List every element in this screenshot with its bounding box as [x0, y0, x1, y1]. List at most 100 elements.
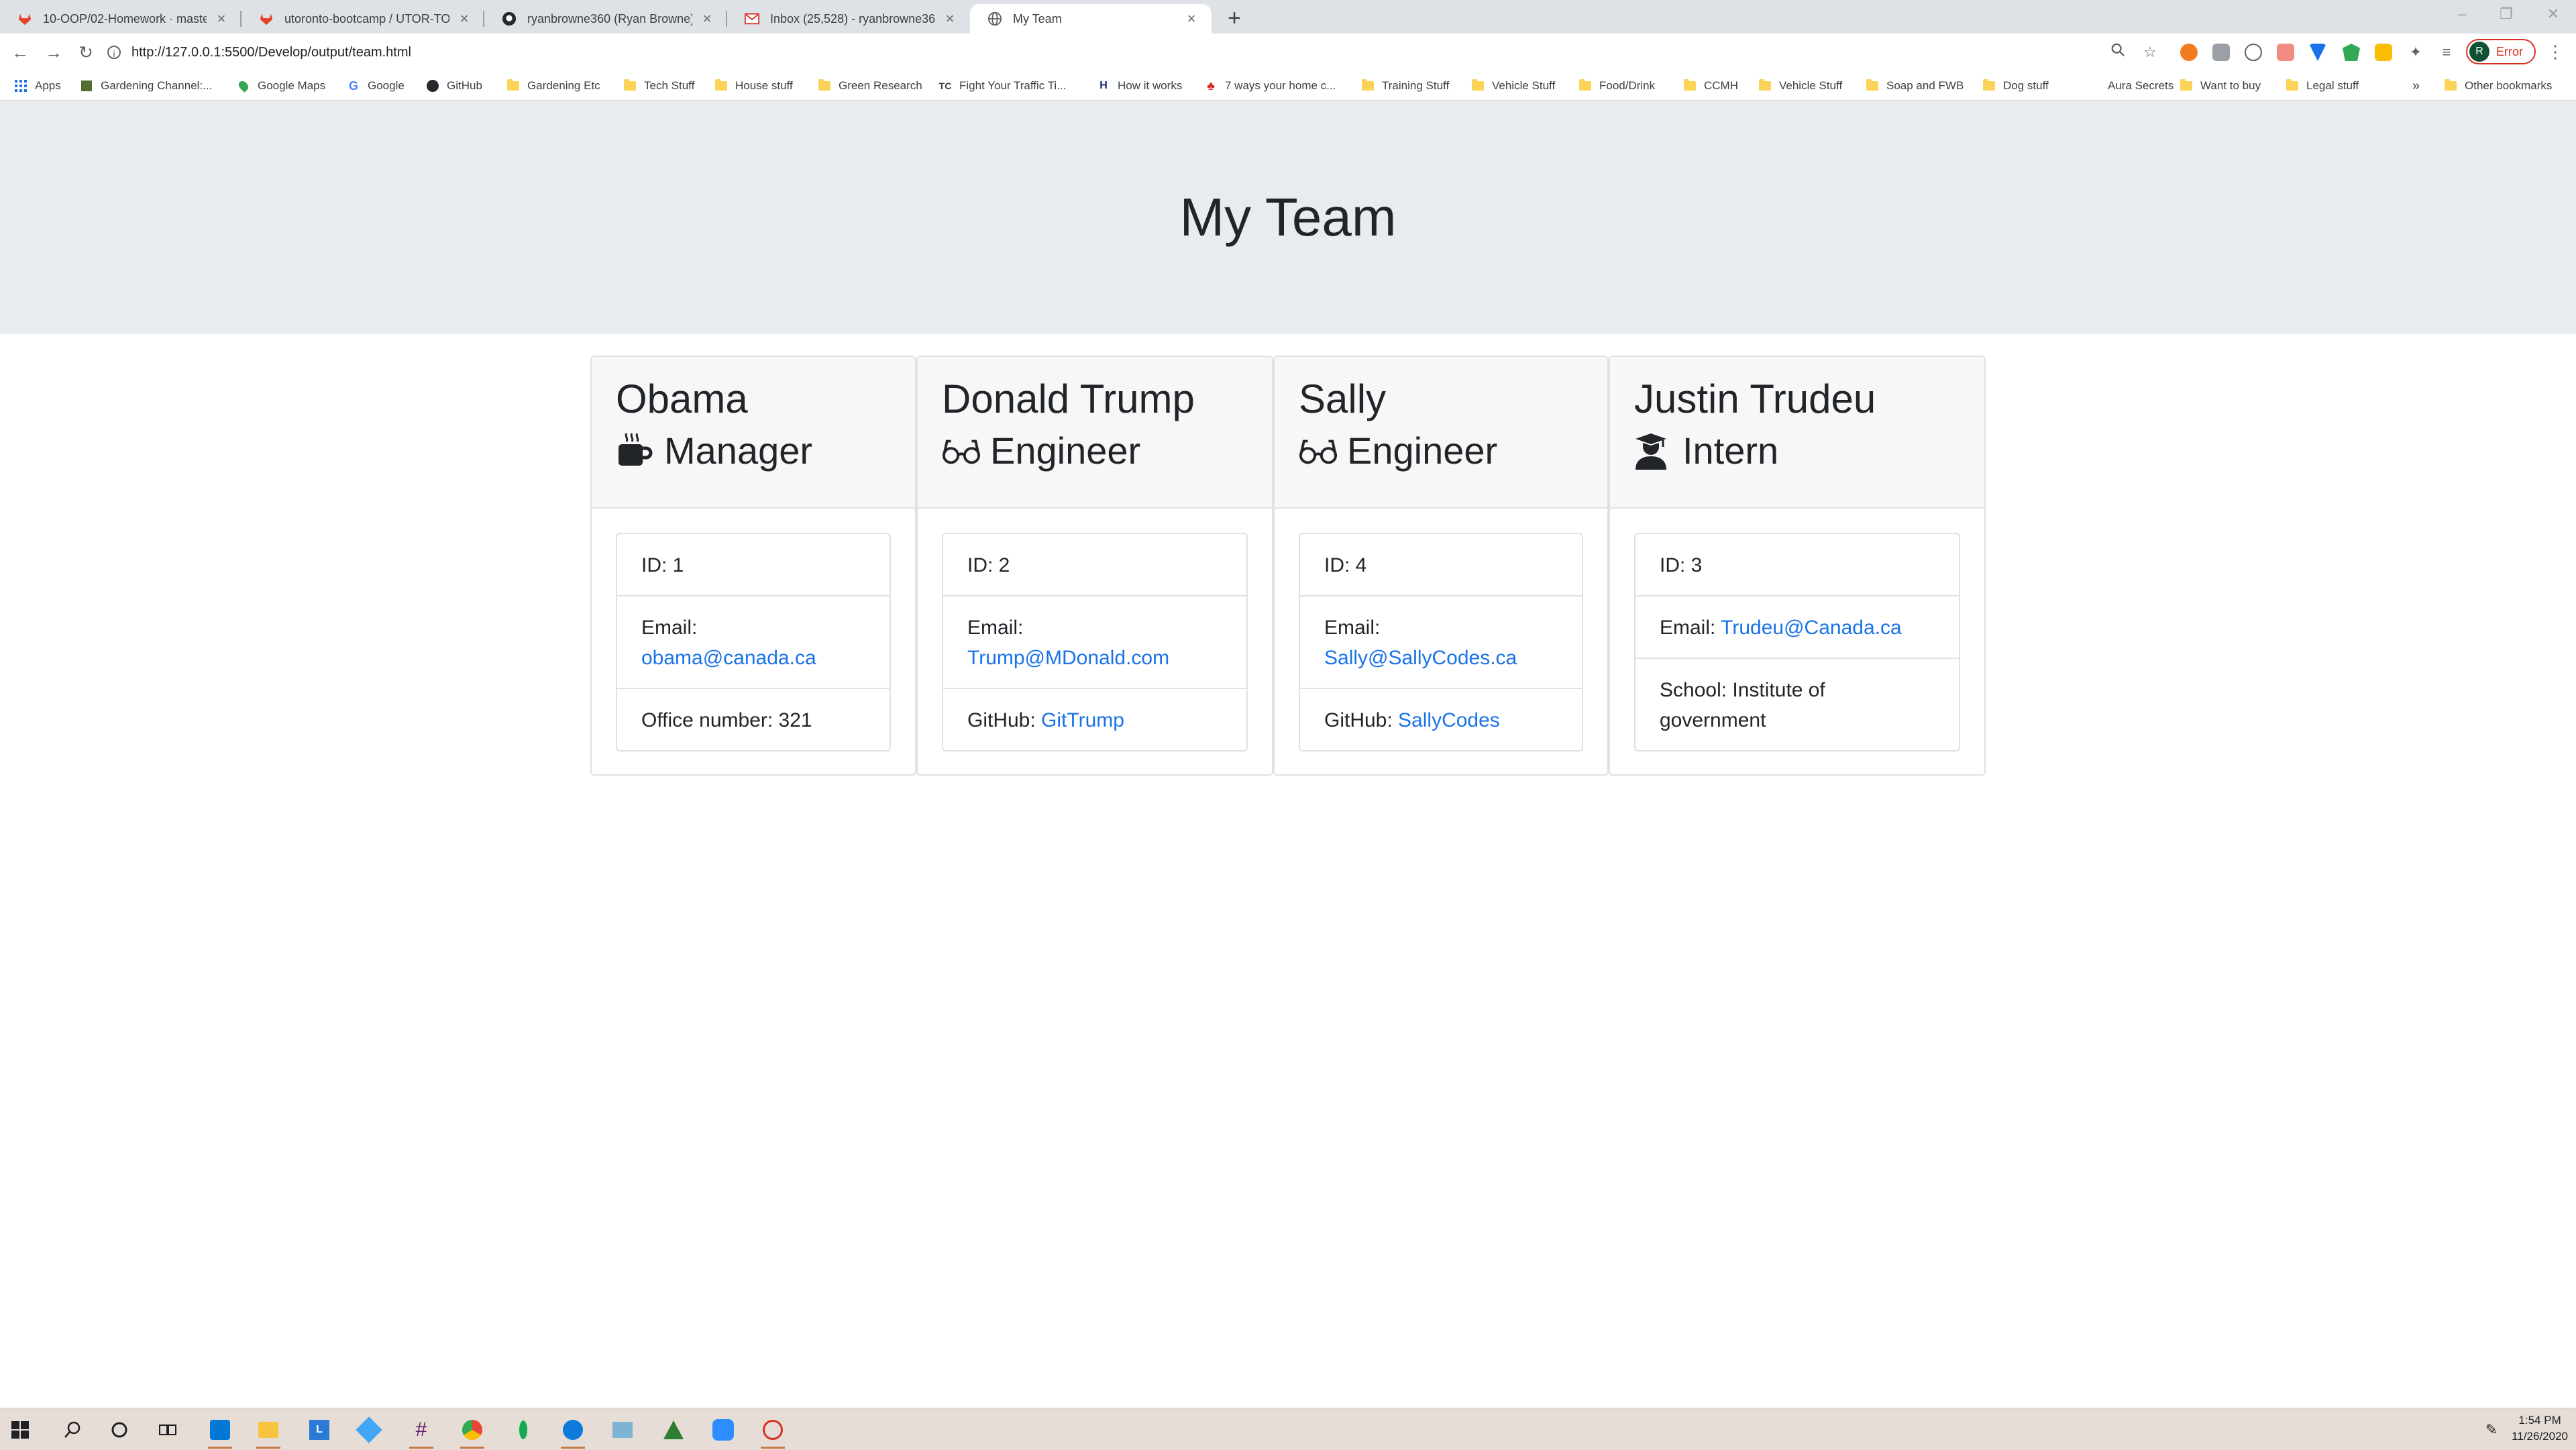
- new-tab-button[interactable]: +: [1221, 5, 1248, 32]
- app-icon[interactable]: [609, 1416, 636, 1443]
- github-link[interactable]: GitTrump: [1041, 709, 1124, 731]
- mongodb-icon[interactable]: [510, 1416, 537, 1443]
- browser-tab[interactable]: 10-OOP/02-Homework · master · ×: [0, 4, 241, 34]
- browser-tab[interactable]: ryanbrowne360 (Ryan Browne) ×: [484, 4, 727, 34]
- browser-tab[interactable]: utoronto-bootcamp / UTOR-TOR ×: [241, 4, 484, 34]
- app-icon[interactable]: [356, 1416, 382, 1443]
- browser-tab[interactable]: Inbox (25,528) - ryanbrowne360@ ×: [727, 4, 970, 34]
- puzzle-icon[interactable]: ✦: [2406, 42, 2426, 62]
- extension-icon[interactable]: [2180, 44, 2198, 61]
- folder-icon: [507, 79, 519, 92]
- folder-icon: [624, 79, 636, 92]
- employee-name: Justin Trudeu: [1634, 376, 1876, 421]
- bookmark-folder[interactable]: Gardening Etc: [507, 76, 600, 95]
- tab-strip: 10-OOP/02-Homework · master · × utoronto…: [0, 0, 2576, 34]
- back-icon[interactable]: ←: [8, 40, 32, 64]
- folder-icon: [1472, 79, 1484, 92]
- bookmark-item[interactable]: H How it works: [1097, 76, 1182, 95]
- minimize-icon[interactable]: –: [2449, 5, 2475, 23]
- app-icon[interactable]: [660, 1416, 687, 1443]
- bookmark-item[interactable]: Google Maps: [237, 76, 325, 95]
- other-bookmarks-folder[interactable]: Other bookmarks: [2445, 76, 2552, 95]
- window-close-icon[interactable]: ✕: [2540, 5, 2567, 23]
- employee-name: Obama: [616, 376, 748, 421]
- folder-icon: [2286, 79, 2298, 92]
- reading-list-icon[interactable]: ≡: [2436, 42, 2457, 62]
- email-link[interactable]: Trudeu@Canada.ca: [1721, 617, 1902, 639]
- shield-icon[interactable]: [2343, 44, 2360, 61]
- close-icon[interactable]: ×: [699, 10, 715, 28]
- email-link[interactable]: Trump@MDonald.com: [967, 647, 1169, 669]
- bookmark-item[interactable]: Aura Secrets: [2088, 76, 2174, 95]
- employee-role: Intern: [1634, 424, 1960, 478]
- bookmark-folder[interactable]: Want to buy: [2180, 76, 2261, 95]
- edge-icon[interactable]: [559, 1416, 586, 1449]
- file-explorer-icon[interactable]: [255, 1416, 282, 1449]
- bookmark-item[interactable]: G Google: [347, 76, 405, 95]
- vscode-icon[interactable]: [207, 1416, 233, 1449]
- employee-card: Sally Engineer ID: 4 Email: Sally@SallyC…: [1273, 356, 1609, 776]
- site-icon: H: [1099, 80, 1108, 91]
- task-view-icon[interactable]: [154, 1416, 181, 1443]
- bookmark-folder[interactable]: Green Research: [818, 76, 922, 95]
- app-icon[interactable]: [759, 1416, 786, 1449]
- extension-icon[interactable]: [2245, 44, 2262, 61]
- extension-icon[interactable]: [2212, 44, 2230, 61]
- address-bar[interactable]: i http://127.0.0.1:5500/Develop/output/t…: [107, 38, 2120, 66]
- bookmark-folder[interactable]: House stuff: [715, 76, 793, 95]
- email-link[interactable]: Sally@SallyCodes.ca: [1324, 647, 1517, 669]
- bookmark-folder[interactable]: Legal stuff: [2286, 76, 2359, 95]
- bookmark-folder[interactable]: Vehicle Stuff: [1472, 76, 1555, 95]
- menu-icon[interactable]: ⋮: [2546, 42, 2564, 62]
- restore-icon[interactable]: ❐: [2493, 5, 2520, 23]
- bookmark-item[interactable]: TC Fight Your Traffic Ti...: [939, 76, 1067, 95]
- zoom-icon[interactable]: [2108, 42, 2128, 62]
- app-icon[interactable]: L: [306, 1416, 333, 1443]
- zoom-app-icon[interactable]: [710, 1416, 737, 1443]
- bookmark-folder[interactable]: Training Stuff: [1362, 76, 1449, 95]
- folder-icon: [1759, 79, 1771, 92]
- system-clock[interactable]: 1:54 PM 11/26/2020: [2512, 1412, 2568, 1445]
- bookmark-item[interactable]: Gardening Channel:...: [80, 76, 212, 95]
- site-icon: [80, 80, 93, 92]
- email-link[interactable]: obama@canada.ca: [641, 647, 816, 669]
- glasses-icon: [942, 431, 981, 470]
- slack-icon[interactable]: #: [408, 1416, 435, 1449]
- close-icon[interactable]: ×: [942, 10, 958, 28]
- folder-icon: [1684, 79, 1696, 92]
- cortana-icon[interactable]: [106, 1416, 133, 1443]
- close-icon[interactable]: ×: [1183, 10, 1199, 28]
- info-icon[interactable]: i: [107, 46, 121, 59]
- pen-icon[interactable]: ✎: [2478, 1416, 2505, 1443]
- globe-icon: [987, 11, 1002, 26]
- extension-icon[interactable]: [2375, 44, 2392, 61]
- employee-id: ID: 2: [967, 554, 1010, 576]
- close-icon[interactable]: ×: [456, 10, 472, 28]
- bookmark-folder[interactable]: Vehicle Stuff: [1759, 76, 1842, 95]
- forward-icon[interactable]: →: [42, 40, 66, 64]
- bookmark-apps[interactable]: Apps: [15, 76, 61, 95]
- bookmark-folder[interactable]: Food/Drink: [1579, 76, 1655, 95]
- clock-time: 1:54 PM: [2518, 1414, 2561, 1427]
- bookmarks-overflow-icon[interactable]: »: [2412, 76, 2420, 95]
- browser-tab-active[interactable]: My Team ×: [970, 4, 1212, 34]
- profile-button[interactable]: R Error: [2466, 39, 2536, 64]
- bookmark-folder[interactable]: Dog stuff: [1983, 76, 2049, 95]
- gmail-icon: [745, 11, 759, 26]
- bookmark-folder[interactable]: CCMH: [1684, 76, 1738, 95]
- employee-role: Engineer: [1299, 424, 1583, 478]
- search-icon[interactable]: [59, 1416, 86, 1443]
- close-icon[interactable]: ×: [213, 10, 229, 28]
- bookmark-star-icon[interactable]: ☆: [2140, 42, 2160, 62]
- extension-icon[interactable]: [2277, 44, 2294, 61]
- reload-icon[interactable]: ↻: [74, 40, 98, 64]
- extension-icon[interactable]: [2309, 44, 2326, 61]
- bookmark-folder[interactable]: Tech Stuff: [624, 76, 694, 95]
- bookmark-folder[interactable]: Soap and FWB: [1866, 76, 1964, 95]
- windows-start-icon[interactable]: [7, 1416, 34, 1443]
- bookmark-item[interactable]: GitHub: [427, 76, 482, 95]
- bookmark-item[interactable]: ♣ 7 ways your home c...: [1205, 76, 1336, 95]
- employee-email: Email: Sally@SallyCodes.ca: [1300, 595, 1582, 688]
- chrome-icon[interactable]: [459, 1416, 486, 1449]
- github-link[interactable]: SallyCodes: [1398, 709, 1500, 731]
